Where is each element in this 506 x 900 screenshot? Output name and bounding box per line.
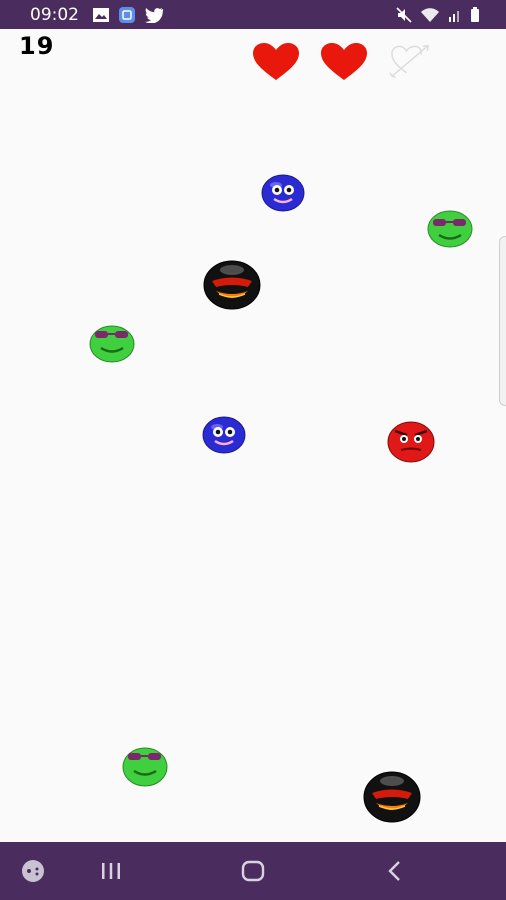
black-angry-bomb-ball[interactable] xyxy=(203,260,261,310)
green-sunglasses-ball[interactable] xyxy=(427,208,473,248)
wifi-icon xyxy=(421,8,439,22)
status-icons-right xyxy=(396,6,480,24)
red-angry-ball[interactable] xyxy=(387,419,435,463)
mute-icon xyxy=(396,7,412,23)
heart-arrow-outline-icon xyxy=(389,44,429,78)
home-button[interactable] xyxy=(235,856,271,886)
image-icon xyxy=(93,8,109,22)
battery-icon xyxy=(471,7,479,22)
signal-icon xyxy=(449,11,459,22)
green-sunglasses-ball[interactable] xyxy=(89,323,135,363)
navigation-bar xyxy=(0,842,506,900)
recent-apps-icon xyxy=(102,863,120,879)
black-angry-bomb-ball[interactable] xyxy=(363,771,421,823)
home-icon xyxy=(241,860,265,882)
recent-apps-button[interactable] xyxy=(93,856,129,886)
score: 19 xyxy=(19,32,55,60)
back-icon xyxy=(388,861,400,881)
heart-full-icon xyxy=(321,43,367,80)
blue-smiley-ball[interactable] xyxy=(261,174,305,212)
status-time: 09:02 xyxy=(30,5,79,25)
game-launcher-icon xyxy=(22,860,44,882)
back-button[interactable] xyxy=(377,856,413,886)
heart-full-icon xyxy=(253,43,299,80)
edge-panel-handle[interactable] xyxy=(499,236,506,406)
green-sunglasses-ball[interactable] xyxy=(122,745,168,787)
twitter-icon xyxy=(145,8,164,23)
status-bar: 09:02 xyxy=(0,0,506,29)
status-icons-left xyxy=(92,6,164,24)
blue-smiley-ball[interactable] xyxy=(202,416,246,454)
app-notification-icon xyxy=(119,7,135,23)
game-launcher-button[interactable] xyxy=(15,856,51,886)
